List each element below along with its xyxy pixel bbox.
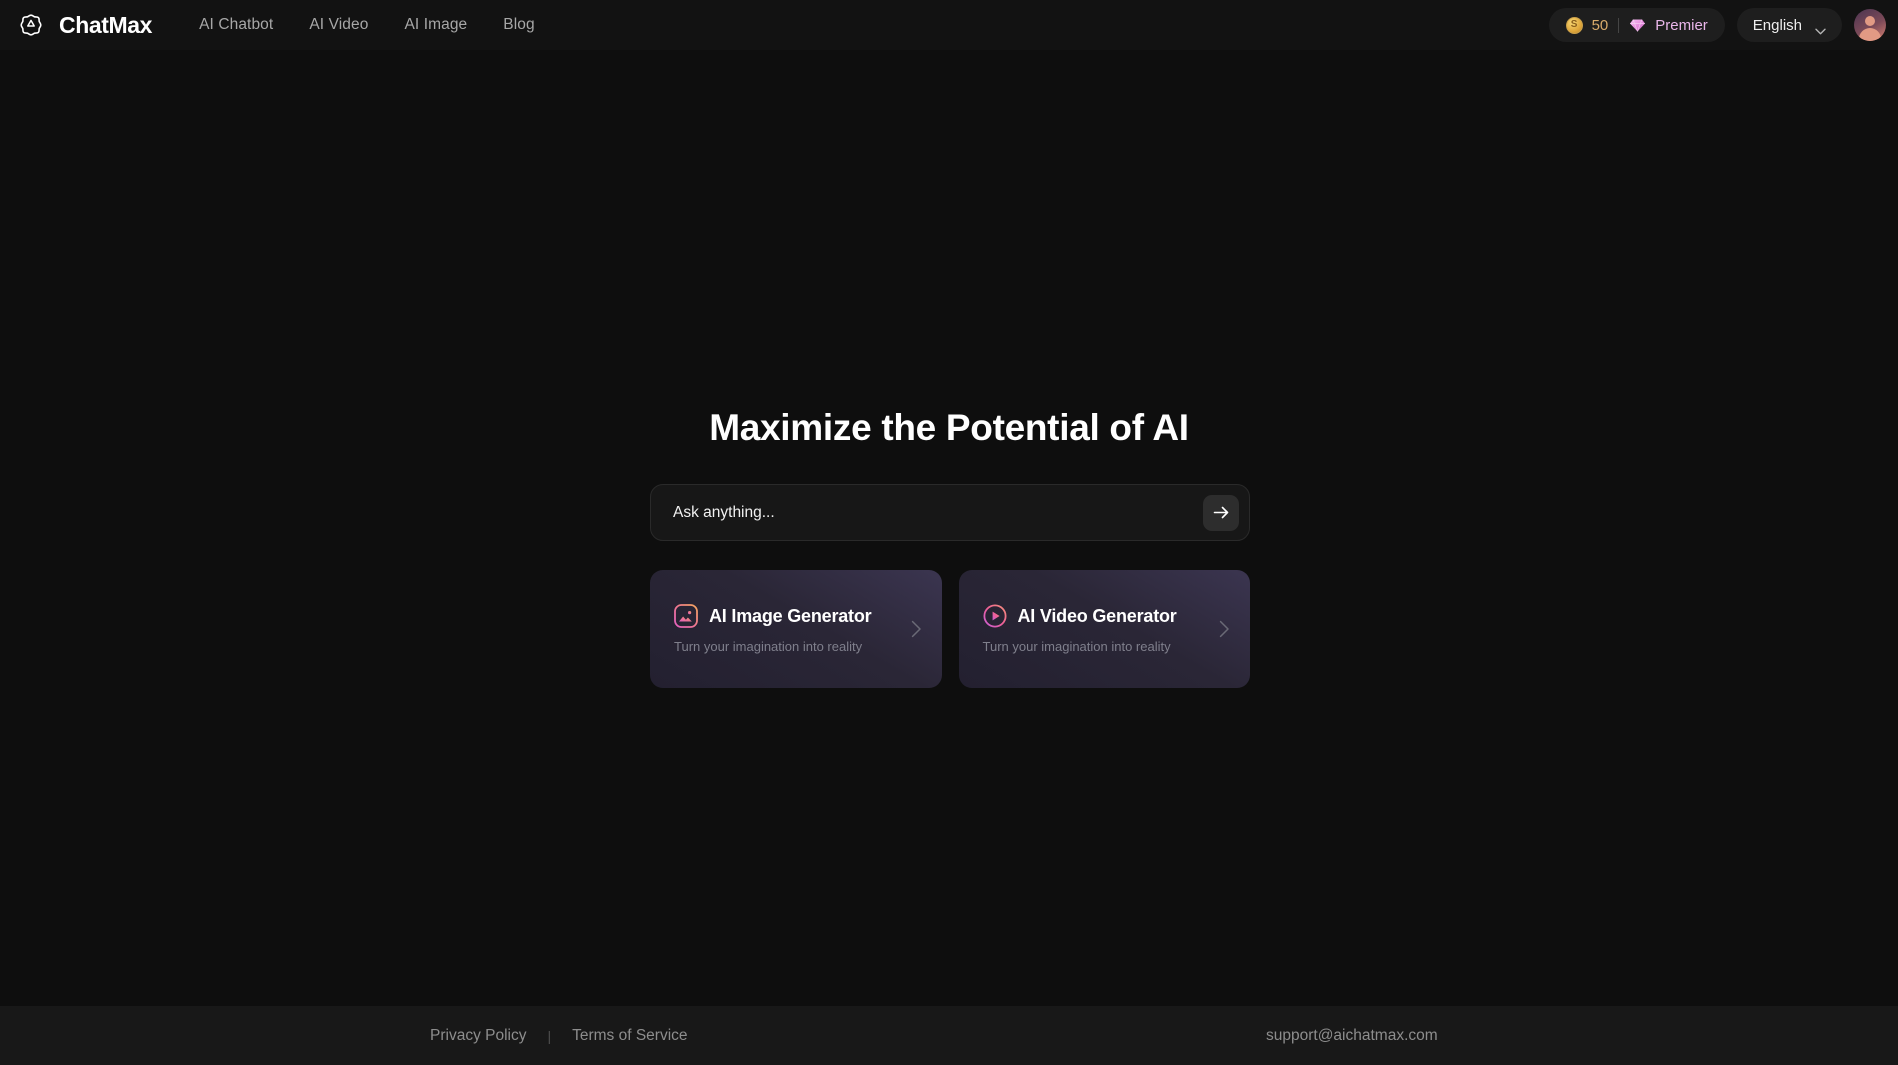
pink-diamond-icon (1629, 18, 1646, 33)
plan-label: Premier (1655, 16, 1708, 34)
video-play-icon (982, 604, 1007, 628)
footer-links: Privacy Policy | Terms of Service (430, 1027, 688, 1045)
card-title: AI Image Generator (709, 605, 872, 626)
avatar-body (1859, 28, 1881, 41)
card-header: AI Video Generator (982, 604, 1227, 628)
submit-button[interactable] (1203, 494, 1239, 531)
nav-blog[interactable]: Blog (503, 16, 534, 34)
nav-ai-chatbot[interactable]: AI Chatbot (199, 16, 273, 34)
chevron-right-icon (1219, 620, 1230, 638)
card-ai-image-generator[interactable]: AI Image Generator Turn your imagination… (650, 570, 942, 688)
brand-name: ChatMax (59, 11, 153, 38)
credits-group[interactable]: S 50 (1565, 16, 1609, 34)
flower-gear-logo-icon (16, 10, 46, 40)
nav-ai-video[interactable]: AI Video (309, 16, 368, 34)
gold-coin-icon: S (1565, 16, 1583, 34)
card-subtitle: Turn your imagination into reality (674, 639, 863, 654)
privacy-policy-link[interactable]: Privacy Policy (430, 1027, 526, 1045)
avatar-head (1865, 16, 1875, 26)
top-header: ChatMax AI Chatbot AI Video AI Image Blo… (0, 0, 1898, 50)
credits-plan-pill[interactable]: S 50 Premier (1548, 8, 1725, 42)
main-content: Maximize the Potential of AI Ask anythin… (0, 50, 1898, 1006)
header-right-cluster: S 50 Premier English (1548, 0, 1886, 50)
arrow-right-icon (1213, 505, 1230, 520)
language-selector[interactable]: English (1736, 8, 1842, 42)
feature-cards: AI Image Generator Turn your imagination… (650, 570, 1250, 688)
chevron-right-icon (911, 620, 922, 638)
support-email-link[interactable]: support@aichatmax.com (1266, 1027, 1438, 1045)
pill-divider (1618, 17, 1620, 33)
page-title: Maximize the Potential of AI (709, 407, 1189, 448)
language-label: English (1752, 16, 1802, 34)
card-ai-video-generator[interactable]: AI Video Generator Turn your imagination… (958, 570, 1250, 688)
card-title: AI Video Generator (1017, 605, 1177, 626)
image-generator-icon (674, 604, 698, 628)
nav-ai-image[interactable]: AI Image (404, 16, 467, 34)
brand[interactable]: ChatMax (16, 10, 152, 40)
user-avatar[interactable] (1854, 9, 1886, 41)
credits-value: 50 (1591, 16, 1609, 34)
ask-anything-box[interactable] (650, 484, 1250, 541)
card-header: AI Image Generator (674, 604, 918, 628)
plan-group[interactable]: Premier (1629, 17, 1708, 34)
main-nav: AI Chatbot AI Video AI Image Blog (199, 16, 535, 34)
page-footer: Privacy Policy | Terms of Service suppor… (0, 1006, 1898, 1065)
footer-separator: | (547, 1027, 552, 1044)
chevron-down-icon (1815, 22, 1826, 34)
card-subtitle: Turn your imagination into reality (982, 639, 1171, 654)
search-input[interactable] (673, 503, 1203, 522)
terms-of-service-link[interactable]: Terms of Service (572, 1027, 687, 1045)
